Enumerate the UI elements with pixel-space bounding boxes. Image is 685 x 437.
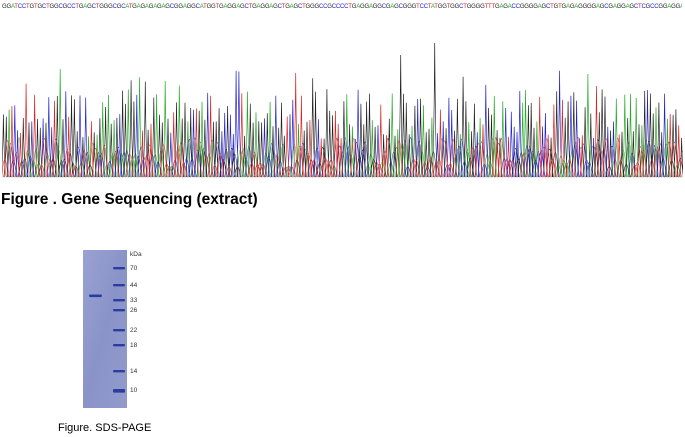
ladder-band-33 [113,299,125,302]
gel-image [83,250,127,408]
kda-label-18: 18 [130,342,138,349]
ladder-band-10 [113,389,125,393]
ladder-band-18 [113,344,125,347]
sds-page-caption: Figure. SDS-PAGE [58,422,152,434]
ladder-band-44 [113,284,125,287]
sample-band [89,294,102,298]
kda-label-10: 10 [130,387,138,394]
kda-label-44: 44 [130,282,138,289]
ladder-band-22 [113,329,125,332]
kda-unit-label: kDa [130,251,142,258]
gene-sequencing-caption: Figure . Gene Sequencing (extract) [1,191,258,208]
trace-G [2,42,683,178]
sds-page-gel: kDa 70 44 33 26 22 18 14 10 [83,250,153,410]
ladder-band-70 [113,267,125,270]
kda-label-70: 70 [130,265,138,272]
kda-label-26: 26 [130,307,138,314]
kda-label-22: 22 [130,327,138,334]
kda-label-33: 33 [130,297,138,304]
ladder-band-14 [113,370,125,373]
sequencing-chromatogram [2,42,683,178]
kda-label-14: 14 [130,368,138,375]
ladder-band-26 [113,309,125,312]
sequence-strip: GGATCCTGTGCTGGCGCCTGAGCTGGGCGCATGAGAGAGA… [2,4,682,10]
